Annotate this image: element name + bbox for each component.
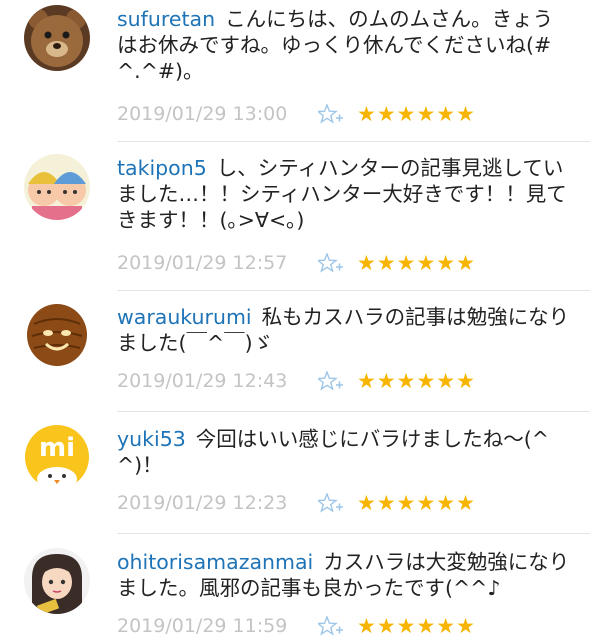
avatar[interactable] bbox=[24, 154, 90, 220]
avatar[interactable] bbox=[24, 302, 90, 368]
comment-text-block: waraukurumi 私もカスハラの記事は勉強になりました(￣^￣)ゞ bbox=[117, 304, 572, 356]
username-link[interactable]: yuki53 bbox=[117, 427, 186, 451]
timestamp: 2019/01/29 12:23 bbox=[117, 492, 288, 514]
walnut-face-icon bbox=[24, 302, 90, 368]
svg-text:mi: mi bbox=[39, 433, 75, 463]
star-rating[interactable]: ★★★★★★ bbox=[357, 613, 476, 639]
add-star-icon[interactable] bbox=[318, 253, 344, 275]
comment-text-block: sufuretan こんにちは、のムのムさん。きょうはお休みですね。ゆっくり休んで… bbox=[117, 6, 572, 84]
divider bbox=[117, 533, 590, 534]
username-link[interactable]: waraukurumi bbox=[117, 305, 252, 329]
divider bbox=[117, 141, 590, 142]
star-rating[interactable]: ★★★★★★ bbox=[357, 490, 476, 516]
add-star-icon[interactable] bbox=[318, 493, 344, 515]
star-rating[interactable]: ★★★★★★ bbox=[357, 368, 476, 394]
username-link[interactable]: ohitorisamazanmai bbox=[117, 550, 313, 574]
timestamp: 2019/01/29 12:43 bbox=[117, 370, 288, 392]
avatar[interactable] bbox=[24, 5, 90, 71]
star-rating[interactable]: ★★★★★★ bbox=[357, 250, 476, 276]
teddy-bear-icon bbox=[24, 5, 90, 71]
comment-list: sufuretan こんにちは、のムのムさん。きょうはお休みですね。ゆっくり休んで… bbox=[0, 0, 590, 640]
divider bbox=[117, 411, 590, 412]
timestamp: 2019/01/29 12:57 bbox=[117, 252, 288, 274]
add-star-icon[interactable] bbox=[318, 371, 344, 393]
avatar[interactable]: mi bbox=[24, 424, 90, 490]
username-link[interactable]: sufuretan bbox=[117, 7, 215, 31]
star-rating[interactable]: ★★★★★★ bbox=[357, 101, 476, 127]
timestamp: 2019/01/29 11:59 bbox=[117, 615, 288, 637]
username-link[interactable]: takipon5 bbox=[117, 156, 207, 180]
timestamp: 2019/01/29 13:00 bbox=[117, 103, 288, 125]
divider bbox=[117, 290, 590, 291]
comment-text-block: takipon5 し、シティハンターの記事見逃していました…！！シティハンター大好… bbox=[117, 155, 572, 233]
comment-text-block: ohitorisamazanmai カスハラは大変勉強になりました。風邪の記事も良… bbox=[117, 549, 572, 601]
comment-text-block: yuki53 今回はいい感じにバラけましたね～(^^)！ bbox=[117, 426, 572, 478]
anime-girl-icon bbox=[24, 548, 90, 614]
avatar[interactable] bbox=[24, 548, 90, 614]
add-star-icon[interactable] bbox=[318, 104, 344, 126]
add-star-icon[interactable] bbox=[318, 616, 344, 638]
cartoon-characters-icon bbox=[24, 154, 90, 220]
mi-chick-icon: mi bbox=[24, 424, 90, 490]
